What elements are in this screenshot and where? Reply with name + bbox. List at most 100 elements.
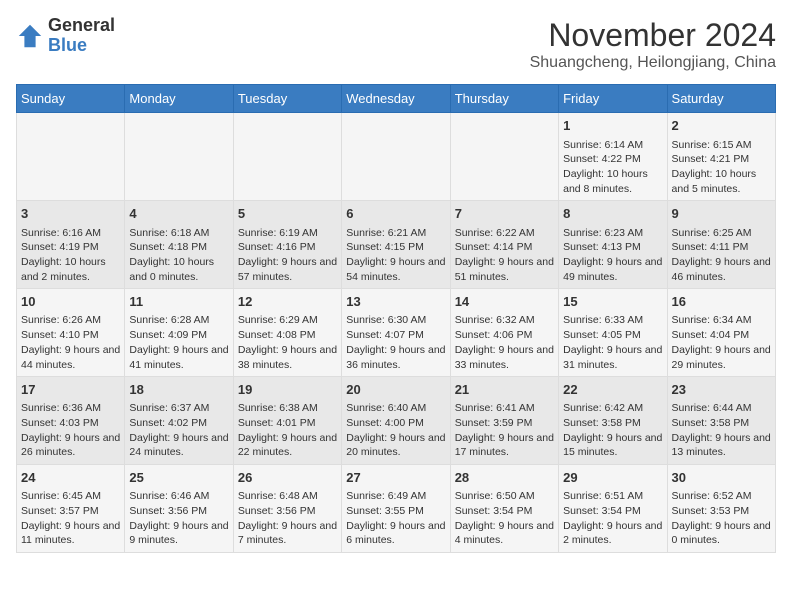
day-info: Daylight: 9 hours and 38 minutes.	[238, 343, 337, 372]
day-number: 26	[238, 469, 337, 487]
calendar-cell	[233, 113, 341, 201]
day-info: Sunset: 3:56 PM	[238, 504, 337, 519]
day-info: Sunset: 4:04 PM	[672, 328, 771, 343]
day-number: 21	[455, 381, 554, 399]
day-number: 23	[672, 381, 771, 399]
day-number: 13	[346, 293, 445, 311]
day-info: Sunset: 4:01 PM	[238, 416, 337, 431]
day-info: Sunset: 4:14 PM	[455, 240, 554, 255]
calendar-cell	[17, 113, 125, 201]
day-info: Daylight: 10 hours and 8 minutes.	[563, 167, 662, 196]
calendar-cell: 2Sunrise: 6:15 AMSunset: 4:21 PMDaylight…	[667, 113, 775, 201]
calendar-cell: 19 Sunrise: 6:38 AMSunset: 4:01 PMDayligh…	[233, 377, 341, 465]
day-info: Sunset: 4:21 PM	[672, 152, 771, 167]
day-info: Daylight: 9 hours and 2 minutes.	[563, 519, 662, 548]
day-info: Sunrise: 6:15 AM	[672, 138, 771, 153]
day-info: Daylight: 9 hours and 15 minutes.	[563, 431, 662, 460]
day-info: Sunrise: 6:25 AM	[672, 226, 771, 241]
day-info: Sunrise: 6:18 AM	[129, 226, 228, 241]
day-header-monday: Monday	[125, 85, 233, 113]
calendar-week-row: 3Sunrise: 6:16 AMSunset: 4:19 PMDaylight…	[17, 201, 776, 289]
calendar-cell: 28Sunrise: 6:50 AMSunset: 3:54 PMDayligh…	[450, 465, 558, 553]
day-info: Sunrise: 6:30 AM	[346, 313, 445, 328]
day-info: Sunrise: 6:19 AM	[238, 226, 337, 241]
calendar-cell: 10Sunrise: 6:26 AMSunset: 4:10 PMDayligh…	[17, 289, 125, 377]
calendar-cell: 11Sunrise: 6:28 AMSunset: 4:09 PMDayligh…	[125, 289, 233, 377]
day-info: Daylight: 9 hours and 36 minutes.	[346, 343, 445, 372]
day-info: Daylight: 9 hours and 13 minutes.	[672, 431, 771, 460]
calendar-cell: 25Sunrise: 6:46 AMSunset: 3:56 PMDayligh…	[125, 465, 233, 553]
calendar-cell: 4Sunrise: 6:18 AMSunset: 4:18 PMDaylight…	[125, 201, 233, 289]
day-number: 27	[346, 469, 445, 487]
day-header-friday: Friday	[559, 85, 667, 113]
calendar-cell: 29Sunrise: 6:51 AMSunset: 3:54 PMDayligh…	[559, 465, 667, 553]
day-info: Sunset: 4:02 PM	[129, 416, 228, 431]
day-number: 15	[563, 293, 662, 311]
day-info: Sunrise: 6:33 AM	[563, 313, 662, 328]
day-info: Daylight: 9 hours and 46 minutes.	[672, 255, 771, 284]
day-info: Daylight: 9 hours and 33 minutes.	[455, 343, 554, 372]
day-info: Daylight: 9 hours and 54 minutes.	[346, 255, 445, 284]
day-info: Sunset: 4:18 PM	[129, 240, 228, 255]
day-info: Daylight: 9 hours and 22 minutes.	[238, 431, 337, 460]
day-number: 30	[672, 469, 771, 487]
day-info: Daylight: 10 hours and 2 minutes.	[21, 255, 120, 284]
day-info: Sunset: 4:05 PM	[563, 328, 662, 343]
day-info: Daylight: 9 hours and 49 minutes.	[563, 255, 662, 284]
day-number: 14	[455, 293, 554, 311]
location-subtitle: Shuangcheng, Heilongjiang, China	[530, 54, 776, 72]
day-info: Daylight: 9 hours and 6 minutes.	[346, 519, 445, 548]
calendar-week-row: 24Sunrise: 6:45 AMSunset: 3:57 PMDayligh…	[17, 465, 776, 553]
day-number: 11	[129, 293, 228, 311]
day-info: Daylight: 9 hours and 44 minutes.	[21, 343, 120, 372]
day-info: Sunrise: 6:44 AM	[672, 401, 771, 416]
day-info: Sunrise: 6:29 AM	[238, 313, 337, 328]
day-info: Daylight: 9 hours and 7 minutes.	[238, 519, 337, 548]
day-info: Sunset: 3:53 PM	[672, 504, 771, 519]
day-info: Sunrise: 6:41 AM	[455, 401, 554, 416]
day-info: Sunset: 3:59 PM	[455, 416, 554, 431]
calendar-cell: 22Sunrise: 6:42 AMSunset: 3:58 PMDayligh…	[559, 377, 667, 465]
day-number: 12	[238, 293, 337, 311]
day-info: Sunset: 4:09 PM	[129, 328, 228, 343]
day-number: 1	[563, 117, 662, 135]
calendar-cell: 24Sunrise: 6:45 AMSunset: 3:57 PMDayligh…	[17, 465, 125, 553]
day-info: Sunset: 3:57 PM	[21, 504, 120, 519]
day-info: Sunset: 3:55 PM	[346, 504, 445, 519]
title-area: November 2024 Shuangcheng, Heilongjiang,…	[530, 16, 776, 72]
day-number: 4	[129, 205, 228, 223]
day-info: Sunrise: 6:21 AM	[346, 226, 445, 241]
logo-blue-text: Blue	[48, 35, 87, 55]
day-info: Sunrise: 6:32 AM	[455, 313, 554, 328]
day-info: Daylight: 9 hours and 24 minutes.	[129, 431, 228, 460]
logo: General Blue	[16, 16, 115, 56]
calendar-cell: 14 Sunrise: 6:32 AMSunset: 4:06 PMDayligh…	[450, 289, 558, 377]
day-info: Daylight: 9 hours and 57 minutes.	[238, 255, 337, 284]
calendar-cell: 21Sunrise: 6:41 AMSunset: 3:59 PMDayligh…	[450, 377, 558, 465]
day-info: Sunset: 3:54 PM	[563, 504, 662, 519]
day-info: Sunset: 4:15 PM	[346, 240, 445, 255]
day-number: 9	[672, 205, 771, 223]
day-info: Sunrise: 6:36 AM	[21, 401, 120, 416]
day-info: Sunset: 3:56 PM	[129, 504, 228, 519]
day-number: 19	[238, 381, 337, 399]
day-info: Daylight: 9 hours and 4 minutes.	[455, 519, 554, 548]
calendar-week-row: 10Sunrise: 6:26 AMSunset: 4:10 PMDayligh…	[17, 289, 776, 377]
day-info: Sunrise: 6:22 AM	[455, 226, 554, 241]
day-number: 22	[563, 381, 662, 399]
calendar-cell: 15Sunrise: 6:33 AMSunset: 4:05 PMDayligh…	[559, 289, 667, 377]
day-info: Sunrise: 6:49 AM	[346, 489, 445, 504]
day-info: Sunrise: 6:50 AM	[455, 489, 554, 504]
day-header-saturday: Saturday	[667, 85, 775, 113]
calendar-cell: 17Sunrise: 6:36 AMSunset: 4:03 PMDayligh…	[17, 377, 125, 465]
day-info: Sunrise: 6:38 AM	[238, 401, 337, 416]
day-number: 10	[21, 293, 120, 311]
day-info: Sunset: 4:08 PM	[238, 328, 337, 343]
page-header: General Blue November 2024 Shuangcheng, …	[16, 16, 776, 72]
day-number: 8	[563, 205, 662, 223]
day-info: Sunrise: 6:26 AM	[21, 313, 120, 328]
day-info: Sunset: 4:06 PM	[455, 328, 554, 343]
day-info: Daylight: 9 hours and 0 minutes.	[672, 519, 771, 548]
day-number: 6	[346, 205, 445, 223]
day-info: Sunrise: 6:34 AM	[672, 313, 771, 328]
